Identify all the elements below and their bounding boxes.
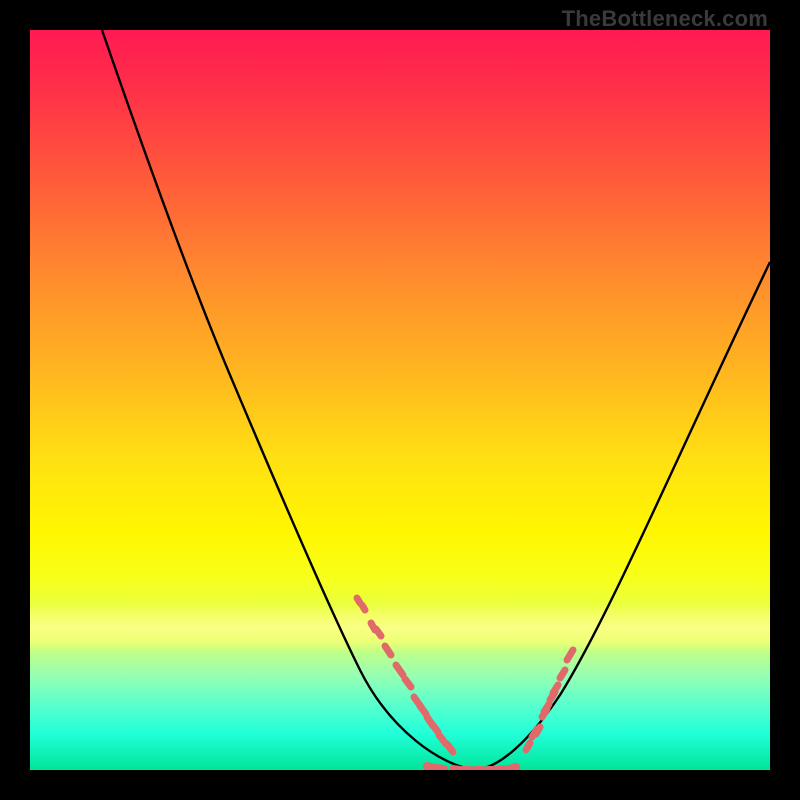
right-curve — [475, 262, 770, 770]
left-tick-cluster — [357, 598, 453, 752]
right-tick-cluster — [526, 650, 573, 750]
watermark-text: TheBottleneck.com — [562, 6, 768, 32]
plot-frame — [30, 30, 770, 770]
flat-cluster — [427, 766, 516, 770]
left-curve — [102, 30, 475, 770]
chart-svg — [30, 30, 770, 770]
